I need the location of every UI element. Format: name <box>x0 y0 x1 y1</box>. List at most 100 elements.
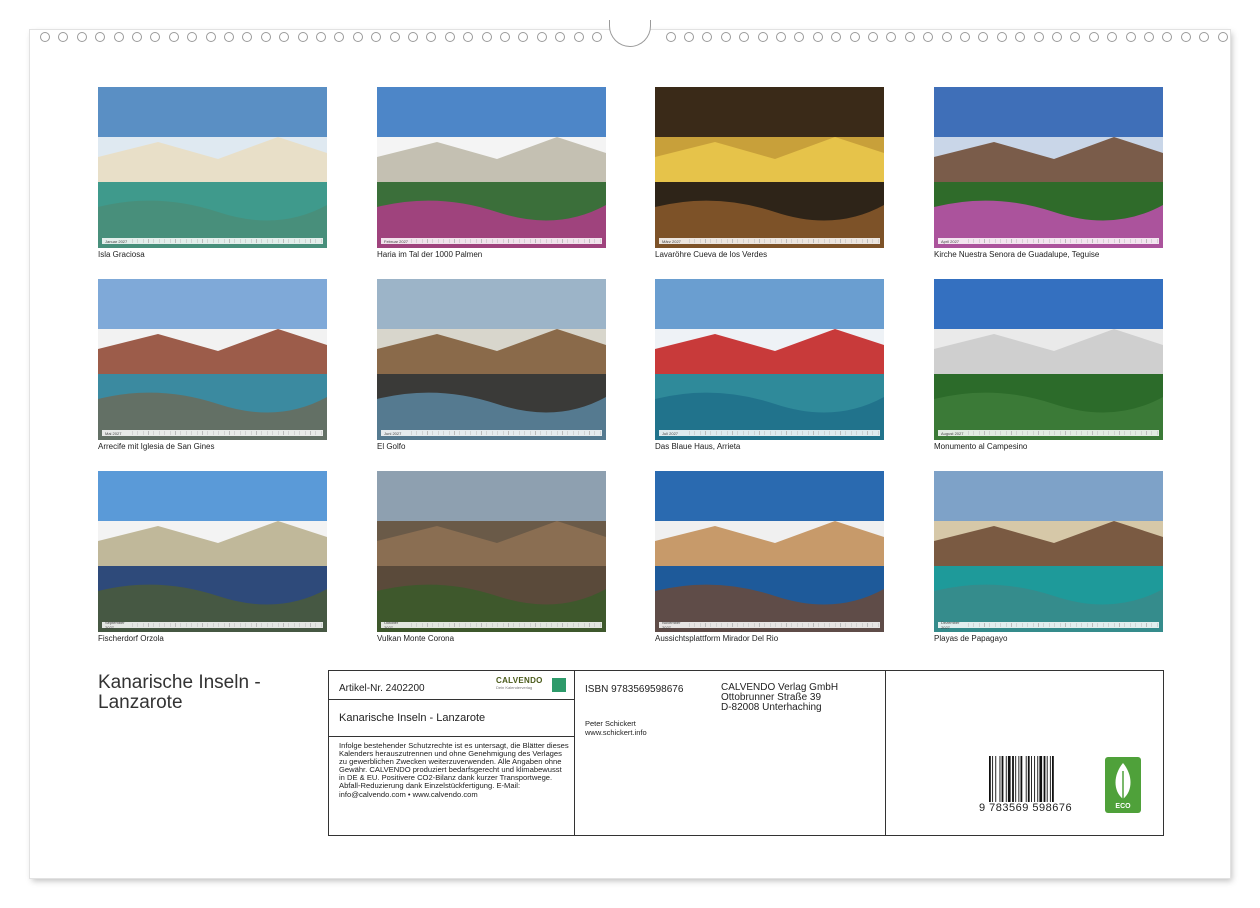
binding-ring <box>1217 32 1228 42</box>
barcode-icon <box>989 756 1054 802</box>
calendar-title: Kanarische Inseln - Lanzarote <box>98 672 261 713</box>
binding-ring <box>40 32 50 42</box>
monument-photo-icon <box>934 279 1163 440</box>
month-label: Mai 2027 <box>105 430 122 436</box>
binding-ring <box>1015 32 1026 42</box>
binding-ring <box>1144 32 1154 42</box>
eco-label: ECO <box>1115 803 1131 810</box>
photo-caption: Isla Graciosa <box>98 250 145 259</box>
day-grid <box>689 431 880 435</box>
calvendo-logo: CALVENDO Dein Kalenderverlag <box>496 676 566 694</box>
title-row: Kanarische Inseln - Lanzarote <box>329 700 574 737</box>
month-photo: Juli 2027 <box>655 279 884 440</box>
binding-ring <box>960 32 970 42</box>
month-day-strip: Februar 2027 <box>381 238 602 244</box>
publisher-address: CALVENDO Verlag GmbH Ottobrunner Straße … <box>721 683 838 713</box>
binding-ring <box>849 32 860 42</box>
binding-ring <box>1199 32 1210 42</box>
binding-ring <box>978 32 989 42</box>
photo-caption: Monumento al Campesino <box>934 442 1028 451</box>
house-photo-icon <box>655 279 884 440</box>
binding-ring <box>408 32 418 42</box>
article-row: Artikel-Nr. 2402200 CALVENDO Dein Kalend… <box>329 671 574 700</box>
month-day-strip: Dezember 2027 <box>938 620 1159 630</box>
legal-text: Infolge bestehender Schutzrechte ist es … <box>339 741 569 799</box>
month-day-strip: September 2027 <box>102 620 323 630</box>
village-reflection-photo-icon <box>98 471 327 632</box>
month-photo: November 2027 <box>655 471 884 632</box>
info-column-left: Artikel-Nr. 2402200 CALVENDO Dein Kalend… <box>329 671 575 835</box>
binding-ring <box>352 32 363 42</box>
month-day-strip: August 2027 <box>938 430 1159 436</box>
binding-ring <box>334 32 345 42</box>
day-grid <box>132 239 323 243</box>
day-grid <box>411 431 602 435</box>
eco-badge-icon: ECO <box>1105 757 1141 813</box>
binding-ring <box>886 32 897 42</box>
binding-ring <box>1162 32 1173 42</box>
photo-caption: El Golfo <box>377 442 406 451</box>
binding-ring <box>500 32 510 42</box>
photo-caption: Arrecife mit Iglesia de San Gines <box>98 442 215 451</box>
binding-ring <box>481 32 492 42</box>
binding-ring <box>1070 32 1081 42</box>
month-day-strip: April 2027 <box>938 238 1159 244</box>
isbn: ISBN 9783569598676 <box>585 684 684 695</box>
binding-ring <box>592 32 602 42</box>
month-label: Juni 2027 <box>384 430 402 436</box>
month-day-strip: Juli 2027 <box>659 430 880 436</box>
month-photo: Juni 2027 <box>377 279 606 440</box>
binding-ring <box>941 32 952 42</box>
month-photo: Februar 2027 <box>377 87 606 248</box>
church-photo-icon <box>934 87 1163 248</box>
day-grid <box>411 623 602 627</box>
binding-ring <box>95 32 106 42</box>
month-photo: August 2027 <box>934 279 1163 440</box>
binding-ring <box>205 32 216 42</box>
bay-photo-icon <box>934 471 1163 632</box>
photo-caption: Vulkan Monte Corona <box>377 634 455 643</box>
binding-ring <box>113 32 124 42</box>
volcano-photo-icon <box>377 471 606 632</box>
binding-ring <box>757 32 768 42</box>
binding-ring <box>463 32 474 42</box>
info-column-middle: ISBN 9783569598676 Peter Schickert www.s… <box>575 671 886 835</box>
month-photo: Januar 2027 <box>98 87 327 248</box>
photo-caption: Fischerdorf Orzola <box>98 634 164 643</box>
binding-ring <box>923 32 934 42</box>
month-day-strip: Januar 2027 <box>102 238 323 244</box>
month-photo: Oktober 2027 <box>377 471 606 632</box>
month-photo: Mai 2027 <box>98 279 327 440</box>
binding-ring <box>684 32 694 42</box>
binding-ring <box>739 32 750 42</box>
binding-ring <box>1125 32 1136 42</box>
binding-ring <box>536 32 547 42</box>
day-grid <box>968 239 1159 243</box>
binding-ring <box>444 32 455 42</box>
month-label: Februar 2027 <box>384 238 409 244</box>
binding-ring <box>573 32 584 42</box>
village-photo-icon <box>377 87 606 248</box>
binding-ring <box>996 32 1007 42</box>
barcode-number: 9 783569 598676 <box>979 802 1073 814</box>
binding-ring <box>665 32 676 42</box>
binding-ring <box>1180 32 1191 42</box>
day-grid <box>689 239 880 243</box>
author-name: Peter Schickert <box>585 719 636 728</box>
binding-ring <box>187 32 198 42</box>
day-grid <box>689 623 880 627</box>
month-day-strip: November 2027 <box>659 620 880 630</box>
binding-ring <box>776 32 786 42</box>
binding-ring <box>58 32 69 42</box>
binding-ring <box>812 32 823 42</box>
binding-ring <box>1088 32 1099 42</box>
month-label: Dezember 2027 <box>941 620 960 630</box>
month-label: Oktober 2027 <box>384 620 399 630</box>
month-photo: März 2027 <box>655 87 884 248</box>
binding-ring <box>150 32 161 42</box>
month-label: August 2027 <box>941 430 964 436</box>
harbor-photo-icon <box>98 279 327 440</box>
month-day-strip: Juni 2027 <box>381 430 602 436</box>
binding-ring <box>794 32 805 42</box>
binding-ring <box>260 32 271 42</box>
